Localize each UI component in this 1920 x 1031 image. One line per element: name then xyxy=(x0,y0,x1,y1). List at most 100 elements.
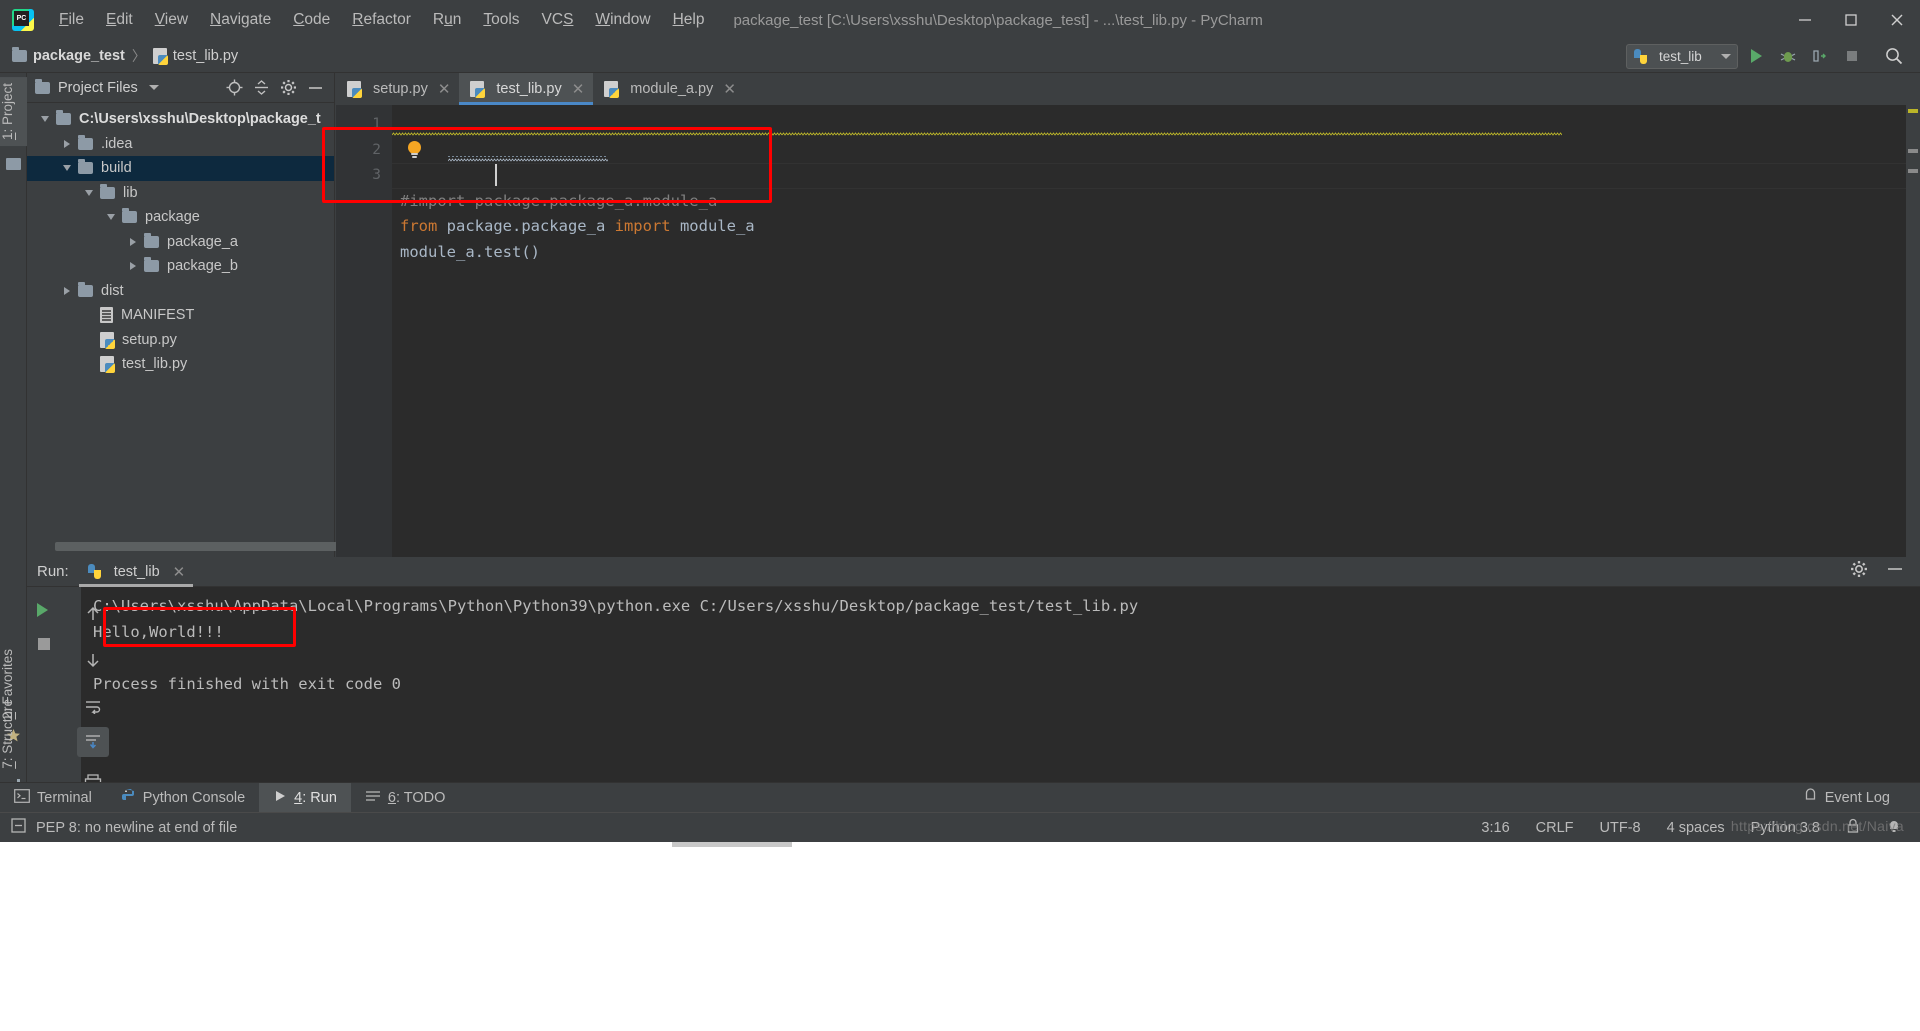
run-panel-label: Run: xyxy=(37,563,69,580)
chevron-down-icon[interactable] xyxy=(148,85,159,90)
folder-icon xyxy=(122,208,137,224)
code-content[interactable]: #import package.package_a.module_afrom p… xyxy=(392,105,1920,557)
tree-node-label: test_lib.py xyxy=(122,356,188,373)
run-configuration-selector[interactable]: test_lib xyxy=(1626,43,1738,69)
menu-item-tools[interactable]: Tools xyxy=(472,8,530,32)
tree-node-package_b[interactable]: package_b xyxy=(27,254,334,279)
chevron-down-icon[interactable] xyxy=(59,165,75,172)
console-actions-column xyxy=(67,587,119,825)
indent-setting[interactable]: 4 spaces xyxy=(1667,820,1725,836)
menu-item-navigate[interactable]: Navigate xyxy=(199,8,282,32)
code-editor[interactable]: 1 2 3 #import package.package_a.module_a fr… xyxy=(322,105,1920,557)
up-arrow-button[interactable] xyxy=(77,599,109,629)
chevron-down-icon[interactable] xyxy=(81,189,97,196)
tree-node-package[interactable]: package xyxy=(27,205,334,230)
caret-position[interactable]: 3:16 xyxy=(1481,820,1509,836)
title-bar: FileEditViewNavigateCodeRefactorRunTools… xyxy=(0,0,1920,40)
tree-node-manifest[interactable]: MANIFEST xyxy=(27,303,334,328)
tree-node-build[interactable]: build xyxy=(27,156,334,181)
debug-button[interactable] xyxy=(1774,42,1802,70)
run-tab-test-lib[interactable]: test_lib ✕ xyxy=(78,557,194,587)
stop-icon xyxy=(1847,51,1857,61)
menu-item-refactor[interactable]: Refactor xyxy=(341,8,422,32)
python-file-icon xyxy=(100,331,115,349)
editor-tab-setuppy[interactable]: setup.py ✕ xyxy=(336,73,460,105)
hide-panel-icon[interactable] xyxy=(1886,560,1904,583)
chevron-right-icon[interactable] xyxy=(59,139,75,148)
hide-panel-icon[interactable] xyxy=(307,79,324,96)
line-separator[interactable]: CRLF xyxy=(1536,820,1574,836)
main-menu: File Edit View Navigate Code Refactor Run Tools… xyxy=(48,8,715,32)
maximize-button[interactable] xyxy=(1828,0,1874,40)
sidebar-item-structure[interactable]: 7: Structure xyxy=(0,693,27,775)
folder-icon xyxy=(56,110,71,126)
editor-marker-strip[interactable] xyxy=(1906,105,1920,557)
menu-item-run[interactable]: Run xyxy=(422,8,472,32)
left-tool-window-strip: 1: Project 2: Favorites 7: Structure xyxy=(0,73,27,792)
code-token: from xyxy=(400,217,438,236)
soft-wrap-button[interactable] xyxy=(77,691,109,721)
collapse-all-icon[interactable] xyxy=(253,79,270,96)
menu-item-window[interactable]: Window xyxy=(584,8,661,32)
run-panel-header: Run: test_lib ✕ xyxy=(27,557,1920,587)
chevron-right-icon[interactable] xyxy=(125,262,141,271)
code-token: #import package.package_a.module_a xyxy=(400,191,718,210)
chevron-down-icon[interactable] xyxy=(103,214,119,221)
menu-item-file[interactable]: File xyxy=(48,8,95,32)
breadcrumb-item-project[interactable]: package_test xyxy=(33,48,125,64)
menu-item-code[interactable]: Code xyxy=(282,8,341,32)
desktop-background xyxy=(0,842,1920,1031)
close-icon[interactable]: ✕ xyxy=(173,563,186,581)
project-panel-title[interactable]: Project Files xyxy=(58,80,138,96)
menu-item-vcs[interactable]: VCS xyxy=(531,8,585,32)
chevron-right-icon[interactable] xyxy=(59,286,75,295)
tree-node-lib[interactable]: lib xyxy=(27,181,334,206)
editor-tab-module_apy[interactable]: module_a.py ✕ xyxy=(593,73,745,105)
tree-node-idea[interactable]: .idea xyxy=(27,132,334,157)
bottom-tab-6todo[interactable]: 6: TODO xyxy=(351,783,460,813)
close-icon[interactable]: ✕ xyxy=(438,80,451,98)
tree-node-package_a[interactable]: package_a xyxy=(27,230,334,255)
locate-icon[interactable] xyxy=(226,79,243,96)
menu-item-help[interactable]: Help xyxy=(662,8,716,32)
bottom-tab-terminal[interactable]: Terminal xyxy=(0,783,106,813)
close-icon[interactable]: ✕ xyxy=(572,80,585,98)
code-line-2: from package.package_a import module_a xyxy=(400,214,1920,240)
file-encoding[interactable]: UTF-8 xyxy=(1600,820,1641,836)
breadcrumb-item-file[interactable]: test_lib.py xyxy=(173,48,238,64)
event-log-button[interactable]: Event Log xyxy=(1789,783,1904,813)
tree-node-dist[interactable]: dist xyxy=(27,279,334,304)
bottom-tab-4run[interactable]: 4: Run xyxy=(259,782,351,813)
project-tree-hscrollbar[interactable] xyxy=(27,542,338,551)
tree-node-setuppy[interactable]: setup.py xyxy=(27,328,334,353)
chevron-down-icon[interactable] xyxy=(37,116,53,123)
stop-button[interactable] xyxy=(1838,42,1866,70)
editor-tab-label: module_a.py xyxy=(630,81,714,97)
settings-gear-icon[interactable] xyxy=(1850,560,1868,583)
close-icon[interactable]: ✕ xyxy=(723,80,736,98)
bottom-bar-right: Event Log xyxy=(1789,783,1920,813)
run-button[interactable] xyxy=(1742,42,1770,70)
search-everywhere-button[interactable] xyxy=(1880,42,1908,70)
close-button[interactable] xyxy=(1874,0,1920,40)
tree-node-cusersxsshudesktoppackage_t[interactable]: C:\Users\xsshu\Desktop\package_t xyxy=(27,107,334,132)
sidebar-item-project[interactable]: 1: Project xyxy=(0,77,27,147)
editor-tab-test_libpy[interactable]: test_lib.py ✕ xyxy=(459,73,594,105)
down-arrow-button[interactable] xyxy=(77,645,109,675)
menu-item-view[interactable]: View xyxy=(144,8,199,32)
menu-item-edit[interactable]: Edit xyxy=(95,8,144,32)
minimize-button[interactable] xyxy=(1782,0,1828,40)
chevron-right-icon[interactable] xyxy=(125,237,141,246)
bottom-tab-pythonconsole[interactable]: Python Console xyxy=(106,783,259,813)
bottom-tab-label: 4: Run xyxy=(294,789,337,806)
run-configuration-name: test_lib xyxy=(1659,48,1702,64)
settings-gear-icon[interactable] xyxy=(280,79,297,96)
run-with-coverage-button[interactable] xyxy=(1806,42,1834,70)
tree-node-test_libpy[interactable]: test_lib.py xyxy=(27,352,334,377)
import-underline xyxy=(448,156,608,157)
scroll-to-end-button[interactable] xyxy=(77,727,109,757)
run-console-output[interactable]: C:\Users\xsshu\AppData\Local\Programs\Py… xyxy=(81,587,1920,782)
todo-icon xyxy=(365,789,381,807)
intention-bulb-icon[interactable] xyxy=(408,141,423,158)
folder-icon xyxy=(78,159,93,175)
